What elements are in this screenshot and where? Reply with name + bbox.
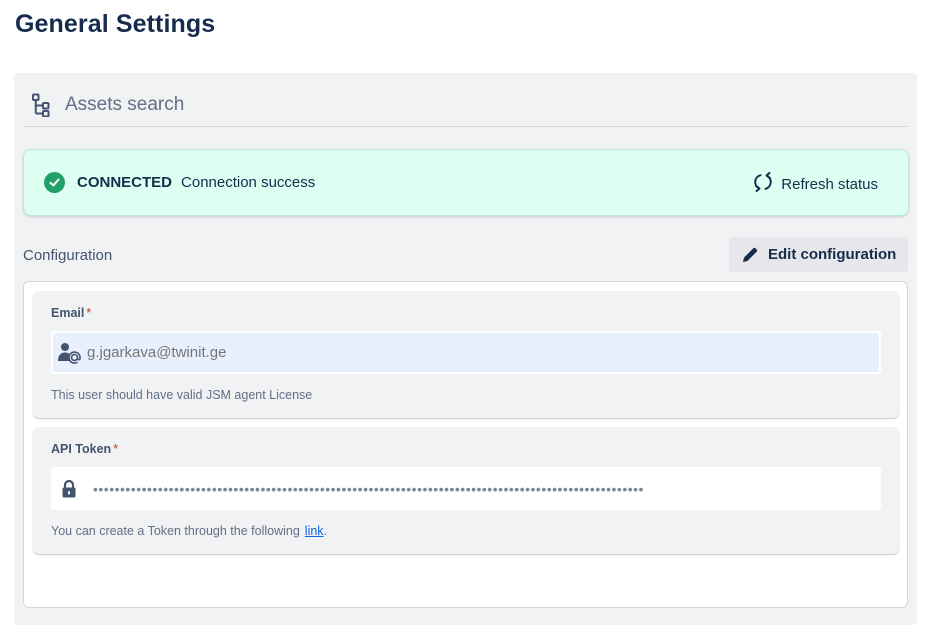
connection-status-banner: CONNECTED Connection success Refresh sta… (23, 149, 909, 216)
status-message: Connection success (181, 174, 316, 191)
section-title: Assets search (65, 93, 185, 115)
required-asterisk: * (113, 442, 119, 456)
email-field-group: Email* This user should have valid JSM a… (33, 291, 899, 418)
configuration-heading: Configuration (23, 247, 113, 264)
email-helper-text: This user should have valid JSM agent Li… (51, 388, 313, 402)
email-label-text: Email (51, 306, 85, 320)
api-token-helper-text: You can create a Token through the follo… (51, 524, 327, 538)
helper-period: . (323, 524, 328, 538)
api-token-input[interactable]: ••••••••••••••••••••••••••••••••••••••••… (51, 467, 881, 510)
check-circle-icon (44, 172, 65, 193)
pencil-icon (741, 246, 759, 264)
refresh-icon (753, 172, 773, 197)
page-title: General Settings (15, 10, 216, 38)
api-token-helper-label: You can create a Token through the follo… (51, 524, 300, 538)
edit-configuration-label: Edit configuration (768, 246, 897, 263)
edit-configuration-button[interactable]: Edit configuration (729, 237, 908, 272)
refresh-status-label: Refresh status (781, 176, 878, 193)
user-email-icon (57, 341, 81, 365)
assets-search-panel: Assets search CONNECTED Connection succe… (14, 73, 917, 625)
hierarchy-icon (30, 93, 54, 117)
configuration-form: Email* This user should have valid JSM a… (23, 281, 908, 608)
email-input[interactable] (87, 344, 857, 361)
api-token-label: API Token * (51, 442, 118, 456)
refresh-status-button[interactable]: Refresh status (753, 172, 878, 197)
status-label: CONNECTED (77, 174, 173, 191)
email-label: Email * (51, 306, 91, 320)
create-token-link[interactable]: link (305, 524, 324, 538)
section-header: Assets search (24, 83, 908, 127)
lock-icon (57, 477, 81, 501)
api-token-label-text: API Token (51, 442, 112, 456)
email-input-wrapper[interactable] (51, 331, 881, 374)
api-token-field-group: API Token * •••••••••••••••••••••••••••••… (33, 427, 899, 554)
api-token-masked-value: ••••••••••••••••••••••••••••••••••••••••… (93, 481, 644, 496)
required-asterisk: * (86, 306, 92, 320)
